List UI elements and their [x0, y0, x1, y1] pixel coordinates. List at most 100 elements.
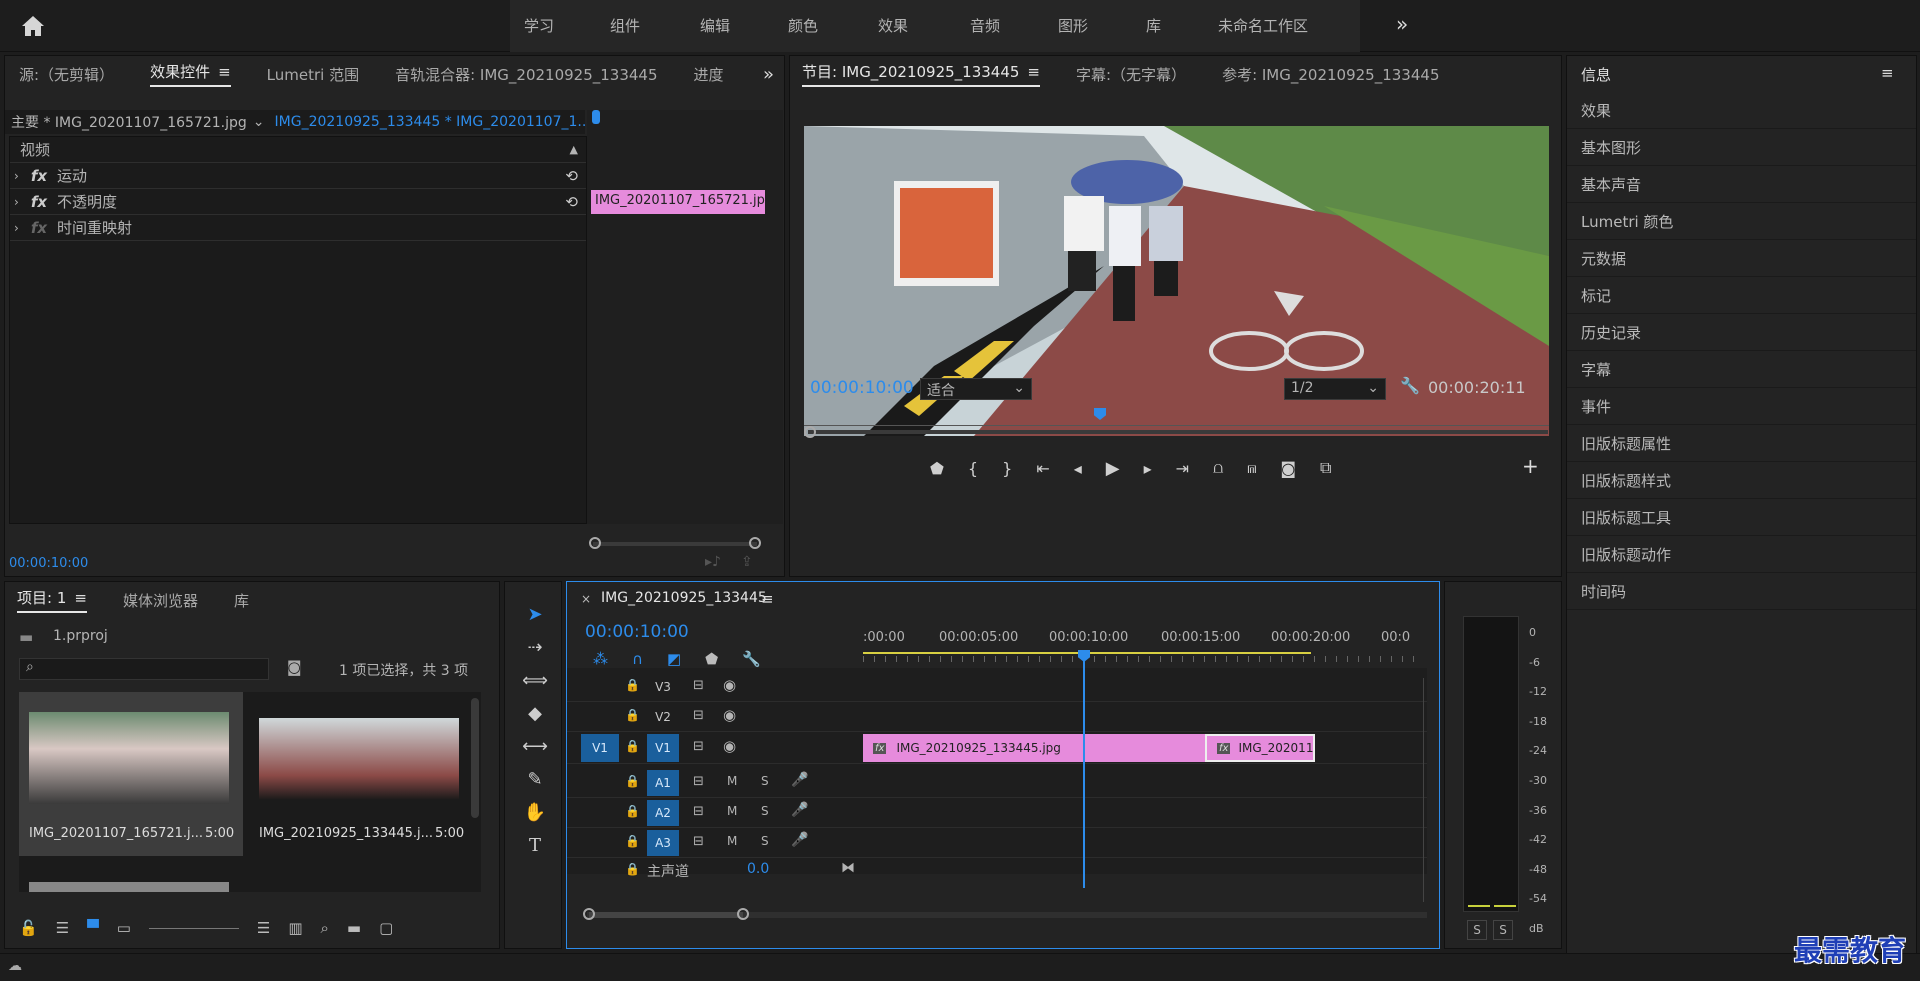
- tab-lumetri-scopes[interactable]: Lumetri 范围: [267, 64, 359, 85]
- freeform-view-icon[interactable]: ▭: [117, 919, 131, 937]
- extract-icon[interactable]: ⩎: [1247, 458, 1256, 478]
- panel-overflow-icon[interactable]: »: [763, 64, 774, 85]
- project-search-input[interactable]: ⌕: [19, 658, 269, 680]
- lock-icon[interactable]: 🔒: [625, 678, 640, 692]
- tab-progress[interactable]: 进度: [694, 64, 724, 85]
- info-item-effects[interactable]: 效果: [1567, 93, 1916, 129]
- tab-source[interactable]: 源:（无剪辑）: [19, 64, 114, 85]
- go-to-edit-icon[interactable]: ⧓: [841, 860, 855, 876]
- track-label[interactable]: V1: [647, 734, 679, 762]
- expand-arrow-icon[interactable]: ›: [14, 221, 19, 235]
- lock-icon[interactable]: 🔒: [625, 804, 640, 818]
- go-to-in-icon[interactable]: ⇤: [1036, 459, 1049, 478]
- sync-lock-icon[interactable]: ⊟: [693, 739, 704, 754]
- lock-icon[interactable]: 🔒: [625, 834, 640, 848]
- effect-row-motion[interactable]: › fx 运动 ⟲: [10, 163, 586, 189]
- workspace-tab-custom[interactable]: 未命名工作区: [1218, 15, 1308, 36]
- type-tool-icon[interactable]: T: [529, 835, 541, 856]
- export-frame-icon[interactable]: ⇪: [741, 554, 753, 570]
- solo-left-button[interactable]: S: [1467, 920, 1487, 940]
- solo-icon[interactable]: S: [761, 834, 769, 848]
- step-back-icon[interactable]: ◂: [1074, 459, 1082, 478]
- workspace-tab-editing[interactable]: 编辑: [700, 15, 730, 36]
- slip-tool-icon[interactable]: ⟷: [522, 736, 548, 757]
- hand-tool-icon[interactable]: ✋: [524, 802, 546, 823]
- workspace-tab-audio[interactable]: 音频: [970, 15, 1000, 36]
- list-view-icon[interactable]: ☰: [56, 919, 69, 937]
- close-icon[interactable]: ×: [581, 592, 591, 606]
- zoom-handle-left[interactable]: [589, 537, 601, 549]
- mini-playhead[interactable]: [592, 110, 600, 124]
- button-editor-icon[interactable]: +: [1522, 454, 1539, 478]
- workspace-tab-library[interactable]: 库: [1146, 15, 1161, 36]
- razor-tool-icon[interactable]: ◆: [528, 703, 542, 724]
- info-item-essential-graphics[interactable]: 基本图形: [1567, 130, 1916, 166]
- sequence-tab[interactable]: IMG_20210925_133445: [601, 590, 767, 606]
- program-zoom-bar[interactable]: [808, 430, 1548, 434]
- timeline-timecode[interactable]: 00:00:10:00: [585, 622, 689, 642]
- info-item-legacy-title-styles[interactable]: 旧版标题样式: [1567, 463, 1916, 499]
- lock-icon[interactable]: 🔒: [625, 774, 640, 788]
- workspace-tab-assembly[interactable]: 组件: [610, 15, 640, 36]
- tab-audio-mixer[interactable]: 音轨混合器: IMG_20210925_133445: [395, 64, 657, 85]
- solo-icon[interactable]: S: [761, 804, 769, 818]
- mute-icon[interactable]: M: [727, 774, 737, 788]
- master-clip-dropdown[interactable]: 主要 * IMG_20201107_165721.jpg: [11, 112, 247, 132]
- sort-icon[interactable]: ☰: [257, 919, 270, 937]
- expand-arrow-icon[interactable]: ›: [14, 195, 19, 209]
- lock-icon[interactable]: 🔒: [625, 739, 640, 753]
- project-item-partial[interactable]: [29, 882, 229, 892]
- zoom-handle-right[interactable]: [737, 908, 749, 920]
- sync-lock-icon[interactable]: ⊟: [693, 834, 704, 849]
- eye-icon[interactable]: ◉: [723, 737, 736, 755]
- track-select-tool-icon[interactable]: ⇢: [527, 637, 542, 658]
- source-patch-v1[interactable]: V1: [581, 734, 619, 762]
- program-ruler[interactable]: [804, 406, 1549, 426]
- info-item-metadata[interactable]: 元数据: [1567, 241, 1916, 277]
- bin-search-icon[interactable]: ◙: [287, 658, 302, 676]
- eye-icon[interactable]: ◉: [723, 706, 736, 724]
- project-item[interactable]: IMG_20210925_133445.j... 5:00: [249, 692, 473, 856]
- sync-lock-icon[interactable]: ⊟: [693, 708, 704, 723]
- mark-out-icon[interactable]: }: [1002, 459, 1012, 478]
- tab-effect-controls[interactable]: 效果控件 ≡: [150, 61, 231, 87]
- workspace-tab-color[interactable]: 颜色: [788, 15, 818, 36]
- go-to-out-icon[interactable]: ⇥: [1176, 459, 1189, 478]
- add-marker-icon[interactable]: ⬟: [705, 650, 718, 668]
- timeline-clip[interactable]: fx IMG_20210925_133445.jpg: [863, 734, 1205, 762]
- mini-zoom-bar[interactable]: [593, 542, 757, 546]
- program-zoom-handle-left[interactable]: [804, 426, 816, 438]
- microphone-icon[interactable]: 🎤: [791, 772, 808, 788]
- timeline-ruler[interactable]: :00:00 00:00:05:00 00:00:10:00 00:00:15:…: [863, 618, 1423, 664]
- reset-icon[interactable]: ⟲: [565, 167, 578, 185]
- play-icon[interactable]: ▶: [1106, 458, 1120, 479]
- solo-right-button[interactable]: S: [1493, 920, 1513, 940]
- tab-program[interactable]: 节目: IMG_20210925_133445 ≡: [802, 61, 1040, 87]
- workspace-tab-effects[interactable]: 效果: [878, 15, 908, 36]
- lock-icon[interactable]: 🔒: [625, 708, 640, 722]
- zoom-handle-right[interactable]: [749, 537, 761, 549]
- info-title[interactable]: 信息: [1581, 64, 1611, 85]
- menu-icon[interactable]: ≡: [74, 589, 87, 607]
- track-label[interactable]: A3: [647, 830, 679, 856]
- info-item-essential-sound[interactable]: 基本声音: [1567, 167, 1916, 203]
- sync-lock-icon[interactable]: ⊟: [693, 678, 704, 693]
- camera-icon[interactable]: ◙: [1280, 459, 1296, 478]
- fit-dropdown[interactable]: 适合 ⌄: [920, 378, 1032, 400]
- timeline-v-scrollbar[interactable]: [1423, 678, 1429, 902]
- info-item-history[interactable]: 历史记录: [1567, 315, 1916, 351]
- mute-icon[interactable]: M: [727, 804, 737, 818]
- tab-reference[interactable]: 参考: IMG_20210925_133445: [1222, 64, 1439, 85]
- automate-icon[interactable]: ▥: [288, 919, 302, 937]
- linked-selection-icon[interactable]: ◩: [667, 650, 681, 668]
- track-label[interactable]: A2: [647, 800, 679, 826]
- expand-arrow-icon[interactable]: ›: [14, 169, 19, 183]
- step-forward-icon[interactable]: ▸: [1144, 459, 1152, 478]
- menu-icon[interactable]: ≡: [1027, 63, 1040, 81]
- menu-icon[interactable]: ≡: [761, 590, 774, 608]
- solo-icon[interactable]: S: [761, 774, 769, 788]
- icon-view-icon[interactable]: ▀: [87, 919, 99, 937]
- ripple-edit-tool-icon[interactable]: ⟺: [522, 670, 548, 691]
- reset-icon[interactable]: ⟲: [565, 193, 578, 211]
- wrench-icon[interactable]: 🔧: [1400, 376, 1420, 395]
